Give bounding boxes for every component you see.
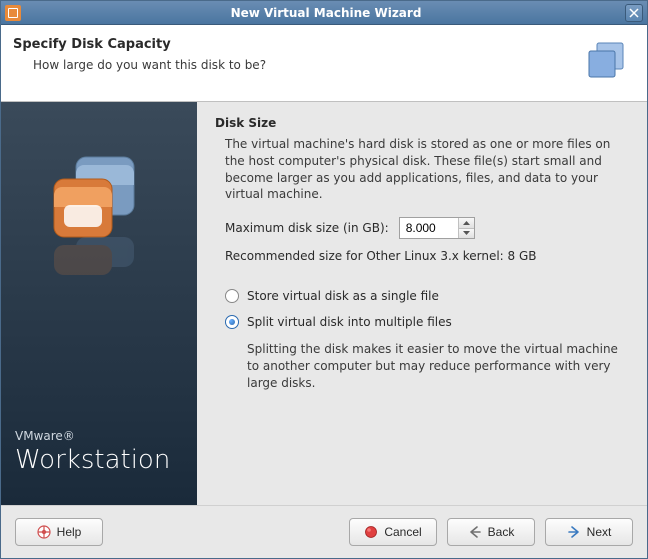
- disk-stack-icon: [583, 37, 631, 85]
- max-disk-size-input[interactable]: [400, 218, 458, 238]
- back-button-label: Back: [488, 525, 515, 539]
- back-arrow-icon: [468, 525, 482, 539]
- spinner-buttons: [458, 218, 474, 238]
- wizard-sidebar: VMware® Workstation: [1, 102, 197, 505]
- next-button[interactable]: Next: [545, 518, 633, 546]
- spinner-down-button[interactable]: [459, 229, 474, 239]
- help-icon: [37, 525, 51, 539]
- recommended-size-text: Recommended size for Other Linux 3.x ker…: [225, 249, 629, 263]
- wizard-header: Specify Disk Capacity How large do you w…: [1, 25, 647, 102]
- radio-single-file-label: Store virtual disk as a single file: [247, 289, 439, 303]
- product-name: Workstation: [15, 445, 183, 475]
- next-button-label: Next: [587, 525, 612, 539]
- close-icon: [629, 8, 639, 18]
- footer-spacer: [113, 518, 339, 546]
- disk-size-heading: Disk Size: [215, 116, 629, 130]
- main-panel: Disk Size The virtual machine's hard dis…: [197, 102, 647, 505]
- radio-split-files[interactable]: Split virtual disk into multiple files: [225, 315, 629, 329]
- disk-size-description: The virtual machine's hard disk is store…: [225, 136, 629, 203]
- app-icon: [5, 5, 21, 21]
- radio-split-files-input[interactable]: [225, 315, 239, 329]
- header-text-block: Specify Disk Capacity How large do you w…: [13, 37, 573, 72]
- chevron-down-icon: [463, 231, 470, 235]
- max-disk-size-spinner: [399, 217, 475, 239]
- max-disk-size-label: Maximum disk size (in GB):: [225, 221, 389, 235]
- window-titlebar[interactable]: New Virtual Machine Wizard: [1, 1, 647, 25]
- wizard-window: New Virtual Machine Wizard Specify Disk …: [0, 0, 648, 559]
- cancel-button-label: Cancel: [384, 525, 421, 539]
- window-title: New Virtual Machine Wizard: [27, 6, 625, 20]
- radio-split-files-label: Split virtual disk into multiple files: [247, 315, 452, 329]
- content-area: VMware® Workstation Disk Size The virtua…: [1, 102, 647, 505]
- spinner-up-button[interactable]: [459, 218, 474, 229]
- page-title: Specify Disk Capacity: [13, 37, 573, 52]
- window-close-button[interactable]: [625, 4, 643, 22]
- max-disk-size-row: Maximum disk size (in GB):: [225, 217, 629, 239]
- wizard-footer: Help Cancel Back Next: [1, 505, 647, 558]
- split-files-description: Splitting the disk makes it easier to mo…: [247, 341, 629, 391]
- brand-name: VMware®: [15, 429, 183, 443]
- help-button-label: Help: [57, 525, 82, 539]
- next-arrow-icon: [567, 525, 581, 539]
- sidebar-branding: VMware® Workstation: [15, 429, 183, 475]
- radio-single-file[interactable]: Store virtual disk as a single file: [225, 289, 629, 303]
- vmware-logo: [15, 122, 183, 429]
- cancel-icon: [364, 525, 378, 539]
- help-button[interactable]: Help: [15, 518, 103, 546]
- back-button[interactable]: Back: [447, 518, 535, 546]
- page-subtitle: How large do you want this disk to be?: [13, 58, 573, 72]
- radio-single-file-input[interactable]: [225, 289, 239, 303]
- chevron-up-icon: [463, 221, 470, 225]
- cancel-button[interactable]: Cancel: [349, 518, 437, 546]
